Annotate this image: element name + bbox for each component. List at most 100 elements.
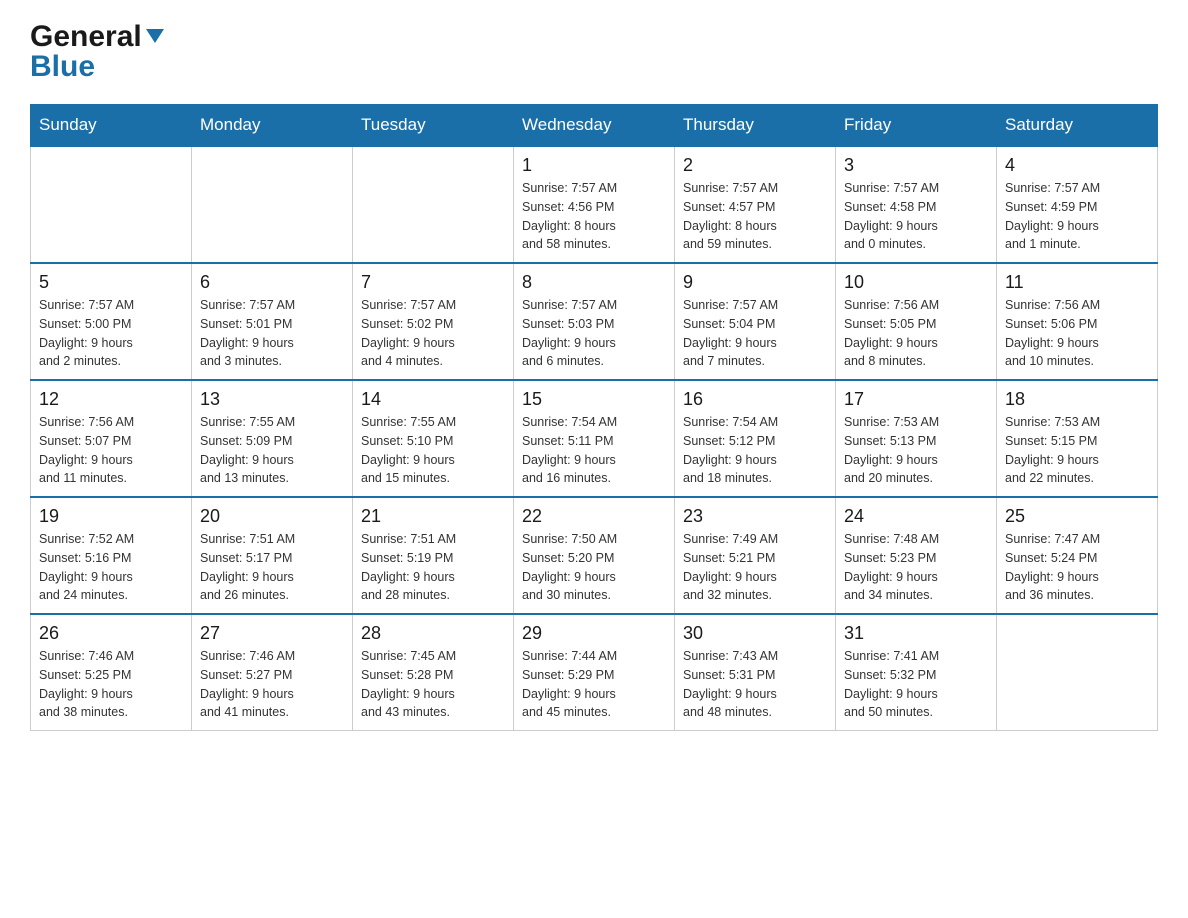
calendar-cell: 1 Sunrise: 7:57 AMSunset: 4:56 PMDaylight… [514, 146, 675, 263]
logo-general-text: General [30, 20, 142, 54]
header-sunday: Sunday [31, 105, 192, 147]
day-info: Sunrise: 7:43 AMSunset: 5:31 PMDaylight:… [683, 647, 827, 722]
calendar-cell: 26 Sunrise: 7:46 AMSunset: 5:25 PMDayligh… [31, 614, 192, 731]
calendar-cell: 31 Sunrise: 7:41 AMSunset: 5:32 PMDayligh… [836, 614, 997, 731]
day-number: 9 [683, 272, 827, 293]
day-info: Sunrise: 7:55 AMSunset: 5:09 PMDaylight:… [200, 413, 344, 488]
calendar-cell: 9 Sunrise: 7:57 AMSunset: 5:04 PMDaylight… [675, 263, 836, 380]
calendar-week-row: 1 Sunrise: 7:57 AMSunset: 4:56 PMDaylight… [31, 146, 1158, 263]
calendar-cell: 15 Sunrise: 7:54 AMSunset: 5:11 PMDayligh… [514, 380, 675, 497]
calendar-cell: 13Sunrise: 7:55 AMSunset: 5:09 PMDayligh… [192, 380, 353, 497]
day-info: Sunrise: 7:54 AMSunset: 5:12 PMDaylight:… [683, 413, 827, 488]
day-number: 14 [361, 389, 505, 410]
calendar-cell: 17 Sunrise: 7:53 AMSunset: 5:13 PMDayligh… [836, 380, 997, 497]
day-info: Sunrise: 7:46 AMSunset: 5:27 PMDaylight:… [200, 647, 344, 722]
day-info: Sunrise: 7:56 AMSunset: 5:06 PMDaylight:… [1005, 296, 1149, 371]
day-number: 20 [200, 506, 344, 527]
day-info: Sunrise: 7:49 AMSunset: 5:21 PMDaylight:… [683, 530, 827, 605]
day-number: 15 [522, 389, 666, 410]
calendar-body: 1 Sunrise: 7:57 AMSunset: 4:56 PMDaylight… [31, 146, 1158, 731]
day-info: Sunrise: 7:44 AMSunset: 5:29 PMDaylight:… [522, 647, 666, 722]
logo-blue-text: Blue [30, 50, 95, 83]
day-number: 16 [683, 389, 827, 410]
calendar-cell: 18Sunrise: 7:53 AMSunset: 5:15 PMDayligh… [997, 380, 1158, 497]
day-info: Sunrise: 7:56 AMSunset: 5:05 PMDaylight:… [844, 296, 988, 371]
day-number: 1 [522, 155, 666, 176]
calendar-cell: 16 Sunrise: 7:54 AMSunset: 5:12 PMDayligh… [675, 380, 836, 497]
day-info: Sunrise: 7:51 AMSunset: 5:19 PMDaylight:… [361, 530, 505, 605]
day-info: Sunrise: 7:50 AMSunset: 5:20 PMDaylight:… [522, 530, 666, 605]
day-number: 21 [361, 506, 505, 527]
day-headers-row: Sunday Monday Tuesday Wednesday Thursday… [31, 105, 1158, 147]
calendar-week-row: 26 Sunrise: 7:46 AMSunset: 5:25 PMDayligh… [31, 614, 1158, 731]
day-info: Sunrise: 7:57 AMSunset: 5:04 PMDaylight:… [683, 296, 827, 371]
day-number: 26 [39, 623, 183, 644]
day-info: Sunrise: 7:53 AMSunset: 5:15 PMDaylight:… [1005, 413, 1149, 488]
calendar-cell: 14 Sunrise: 7:55 AMSunset: 5:10 PMDayligh… [353, 380, 514, 497]
calendar-cell: 29 Sunrise: 7:44 AMSunset: 5:29 PMDayligh… [514, 614, 675, 731]
logo-triangle-icon [144, 25, 166, 47]
calendar-cell: 22Sunrise: 7:50 AMSunset: 5:20 PMDayligh… [514, 497, 675, 614]
header-saturday: Saturday [997, 105, 1158, 147]
calendar-cell: 27Sunrise: 7:46 AMSunset: 5:27 PMDayligh… [192, 614, 353, 731]
day-number: 5 [39, 272, 183, 293]
page-header: General Blue [30, 20, 1158, 84]
day-info: Sunrise: 7:53 AMSunset: 5:13 PMDaylight:… [844, 413, 988, 488]
calendar-cell: 10 Sunrise: 7:56 AMSunset: 5:05 PMDayligh… [836, 263, 997, 380]
day-info: Sunrise: 7:41 AMSunset: 5:32 PMDaylight:… [844, 647, 988, 722]
calendar-cell: 3 Sunrise: 7:57 AMSunset: 4:58 PMDaylight… [836, 146, 997, 263]
day-info: Sunrise: 7:47 AMSunset: 5:24 PMDaylight:… [1005, 530, 1149, 605]
day-number: 29 [522, 623, 666, 644]
day-info: Sunrise: 7:51 AMSunset: 5:17 PMDaylight:… [200, 530, 344, 605]
day-info: Sunrise: 7:57 AMSunset: 4:58 PMDaylight:… [844, 179, 988, 254]
calendar-cell: 25Sunrise: 7:47 AMSunset: 5:24 PMDayligh… [997, 497, 1158, 614]
calendar-week-row: 5Sunrise: 7:57 AMSunset: 5:00 PMDaylight… [31, 263, 1158, 380]
day-number: 2 [683, 155, 827, 176]
day-info: Sunrise: 7:57 AMSunset: 4:56 PMDaylight:… [522, 179, 666, 254]
calendar-cell: 11 Sunrise: 7:56 AMSunset: 5:06 PMDayligh… [997, 263, 1158, 380]
day-info: Sunrise: 7:52 AMSunset: 5:16 PMDaylight:… [39, 530, 183, 605]
header-tuesday: Tuesday [353, 105, 514, 147]
day-number: 30 [683, 623, 827, 644]
day-number: 31 [844, 623, 988, 644]
day-number: 17 [844, 389, 988, 410]
calendar-table: Sunday Monday Tuesday Wednesday Thursday… [30, 104, 1158, 731]
day-number: 7 [361, 272, 505, 293]
calendar-cell: 6Sunrise: 7:57 AMSunset: 5:01 PMDaylight… [192, 263, 353, 380]
day-info: Sunrise: 7:57 AMSunset: 4:57 PMDaylight:… [683, 179, 827, 254]
calendar-cell: 19Sunrise: 7:52 AMSunset: 5:16 PMDayligh… [31, 497, 192, 614]
calendar-cell: 2 Sunrise: 7:57 AMSunset: 4:57 PMDaylight… [675, 146, 836, 263]
day-info: Sunrise: 7:48 AMSunset: 5:23 PMDaylight:… [844, 530, 988, 605]
day-info: Sunrise: 7:45 AMSunset: 5:28 PMDaylight:… [361, 647, 505, 722]
header-wednesday: Wednesday [514, 105, 675, 147]
calendar-cell: 20 Sunrise: 7:51 AMSunset: 5:17 PMDayligh… [192, 497, 353, 614]
day-info: Sunrise: 7:57 AMSunset: 5:03 PMDaylight:… [522, 296, 666, 371]
calendar-header: Sunday Monday Tuesday Wednesday Thursday… [31, 105, 1158, 147]
day-number: 10 [844, 272, 988, 293]
calendar-cell: 7Sunrise: 7:57 AMSunset: 5:02 PMDaylight… [353, 263, 514, 380]
header-monday: Monday [192, 105, 353, 147]
day-number: 11 [1005, 272, 1149, 293]
calendar-week-row: 12Sunrise: 7:56 AMSunset: 5:07 PMDayligh… [31, 380, 1158, 497]
calendar-cell: 23 Sunrise: 7:49 AMSunset: 5:21 PMDayligh… [675, 497, 836, 614]
day-info: Sunrise: 7:57 AMSunset: 5:01 PMDaylight:… [200, 296, 344, 371]
calendar-cell: 4Sunrise: 7:57 AMSunset: 4:59 PMDaylight… [997, 146, 1158, 263]
header-friday: Friday [836, 105, 997, 147]
calendar-cell [192, 146, 353, 263]
day-number: 28 [361, 623, 505, 644]
day-number: 23 [683, 506, 827, 527]
day-info: Sunrise: 7:46 AMSunset: 5:25 PMDaylight:… [39, 647, 183, 722]
calendar-cell: 5Sunrise: 7:57 AMSunset: 5:00 PMDaylight… [31, 263, 192, 380]
calendar-cell [997, 614, 1158, 731]
day-number: 4 [1005, 155, 1149, 176]
header-thursday: Thursday [675, 105, 836, 147]
calendar-cell: 12Sunrise: 7:56 AMSunset: 5:07 PMDayligh… [31, 380, 192, 497]
day-number: 3 [844, 155, 988, 176]
day-number: 24 [844, 506, 988, 527]
calendar-cell: 30 Sunrise: 7:43 AMSunset: 5:31 PMDayligh… [675, 614, 836, 731]
day-info: Sunrise: 7:55 AMSunset: 5:10 PMDaylight:… [361, 413, 505, 488]
logo: General Blue [30, 20, 166, 84]
day-info: Sunrise: 7:54 AMSunset: 5:11 PMDaylight:… [522, 413, 666, 488]
calendar-cell: 21 Sunrise: 7:51 AMSunset: 5:19 PMDayligh… [353, 497, 514, 614]
calendar-cell: 8Sunrise: 7:57 AMSunset: 5:03 PMDaylight… [514, 263, 675, 380]
